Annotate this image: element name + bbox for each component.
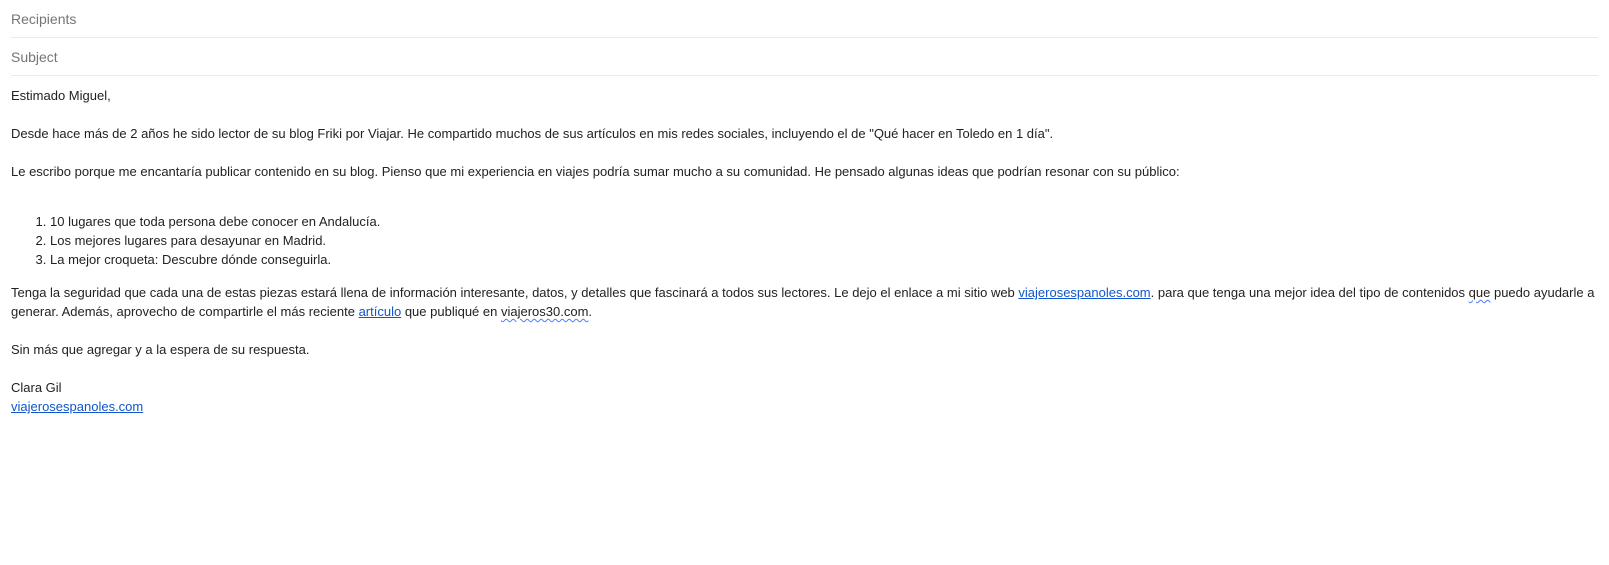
list-item: 10 lugares que toda persona debe conocer… (50, 212, 1598, 231)
recipients-input[interactable] (11, 0, 1598, 39)
paragraph-details: Tenga la seguridad que cada una de estas… (11, 283, 1598, 321)
spellcheck-word[interactable]: que (1469, 285, 1491, 300)
article-link[interactable]: artículo (359, 304, 402, 319)
ideas-list: 10 lugares que toda persona debe conocer… (11, 212, 1598, 269)
closing-line: Sin más que agregar y a la espera de su … (11, 342, 310, 357)
subject-row (11, 38, 1598, 76)
text-segment: Tenga la seguridad que cada una de estas… (11, 285, 1019, 300)
list-item: Los mejores lugares para desayunar en Ma… (50, 231, 1598, 250)
recipients-row (11, 0, 1598, 39)
text-segment: . para que tenga una mejor idea del tipo… (1150, 285, 1469, 300)
text-segment: que publiqué en (401, 304, 501, 319)
list-item: La mejor croqueta: Descubre dónde conseg… (50, 250, 1598, 269)
subject-input[interactable] (11, 38, 1598, 75)
signature-name: Clara Gil (11, 380, 62, 395)
email-compose: Estimado Miguel, Desde hace más de 2 año… (0, 0, 1609, 565)
paragraph-intro: Desde hace más de 2 años he sido lector … (11, 126, 1054, 141)
website-link[interactable]: viajerosespanoles.com (1018, 285, 1150, 300)
greeting: Estimado Miguel, (11, 88, 111, 103)
message-body[interactable]: Estimado Miguel, Desde hace más de 2 año… (11, 86, 1598, 416)
spellcheck-site[interactable]: viajeros30.com (501, 304, 588, 319)
text-segment: . (588, 304, 593, 319)
signature-link-line: viajerosespanoles.com (11, 397, 1598, 416)
paragraph-proposal: Le escribo porque me encantaría publicar… (11, 164, 1180, 179)
signature-link[interactable]: viajerosespanoles.com (11, 399, 143, 414)
